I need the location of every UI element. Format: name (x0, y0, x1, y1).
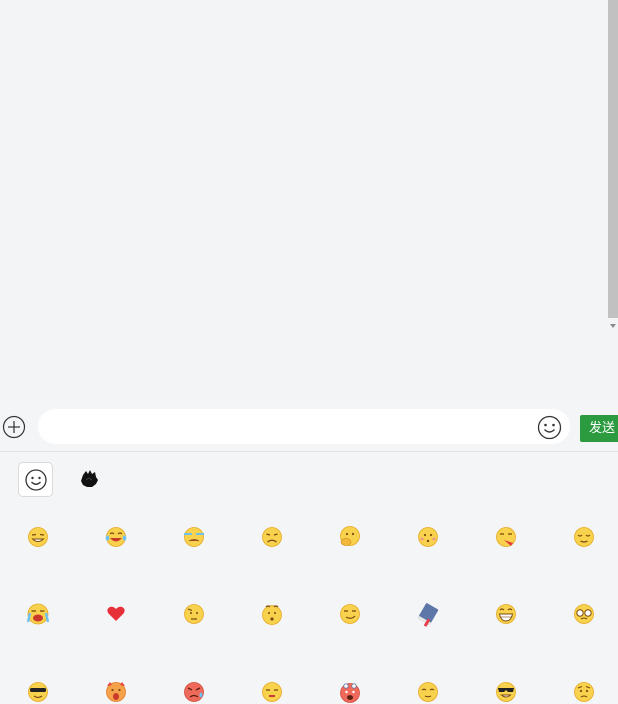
emoji-angry-sweat[interactable] (174, 672, 214, 704)
chat-screen: 发送 (0, 0, 618, 704)
emoji-pack-tabs (0, 452, 618, 508)
emoji-notebook[interactable] (408, 594, 448, 634)
emoji-pouting[interactable] (252, 517, 292, 557)
emoji-grinning-teeth[interactable] (486, 594, 526, 634)
emoji-dizzy-crying[interactable] (174, 517, 214, 557)
vertical-scrollbar[interactable] (608, 0, 618, 334)
emoji-smirking[interactable] (330, 594, 370, 634)
emoji-drooling[interactable] (486, 517, 526, 557)
sticker-icon (81, 470, 98, 487)
emoji-hit-head[interactable] (330, 672, 370, 704)
send-button[interactable]: 发送 (580, 415, 618, 442)
emoji-pack-default-tab[interactable] (18, 462, 53, 497)
message-area[interactable] (0, 0, 618, 402)
emoji-relieved[interactable] (564, 517, 604, 557)
plus-circle-icon[interactable] (2, 415, 26, 439)
emoji-sunglasses[interactable] (18, 672, 58, 704)
message-input[interactable] (38, 409, 570, 444)
emoji-calm[interactable] (408, 672, 448, 704)
emoji-worried[interactable] (564, 672, 604, 704)
emoji-red-heart[interactable] (96, 594, 136, 634)
scrollbar-thumb[interactable] (608, 0, 618, 318)
emoji-screaming[interactable] (96, 672, 136, 704)
emoji-panel (0, 452, 618, 704)
emoji-pack-custom-tab[interactable] (72, 462, 107, 497)
emoji-cool-sunglasses[interactable] (486, 672, 526, 704)
emoji-laughing-tears[interactable] (96, 517, 136, 557)
emoji-crying-open-mouth[interactable] (18, 594, 58, 634)
input-bar: 发送 (0, 402, 618, 452)
emoji-wondering[interactable] (174, 594, 214, 634)
emoji-teary-glasses[interactable] (564, 594, 604, 634)
scrollbar-down-arrow-icon[interactable] (610, 324, 616, 328)
emoji-thinking-hand[interactable] (330, 517, 370, 557)
emoji-unamused[interactable] (252, 672, 292, 704)
emoji-grin-wink[interactable] (18, 517, 58, 557)
smiley-icon (25, 469, 47, 491)
emoji-blushing[interactable] (408, 517, 448, 557)
smiley-icon[interactable] (537, 415, 562, 440)
emoji-surprised-eyebrows[interactable] (252, 594, 292, 634)
